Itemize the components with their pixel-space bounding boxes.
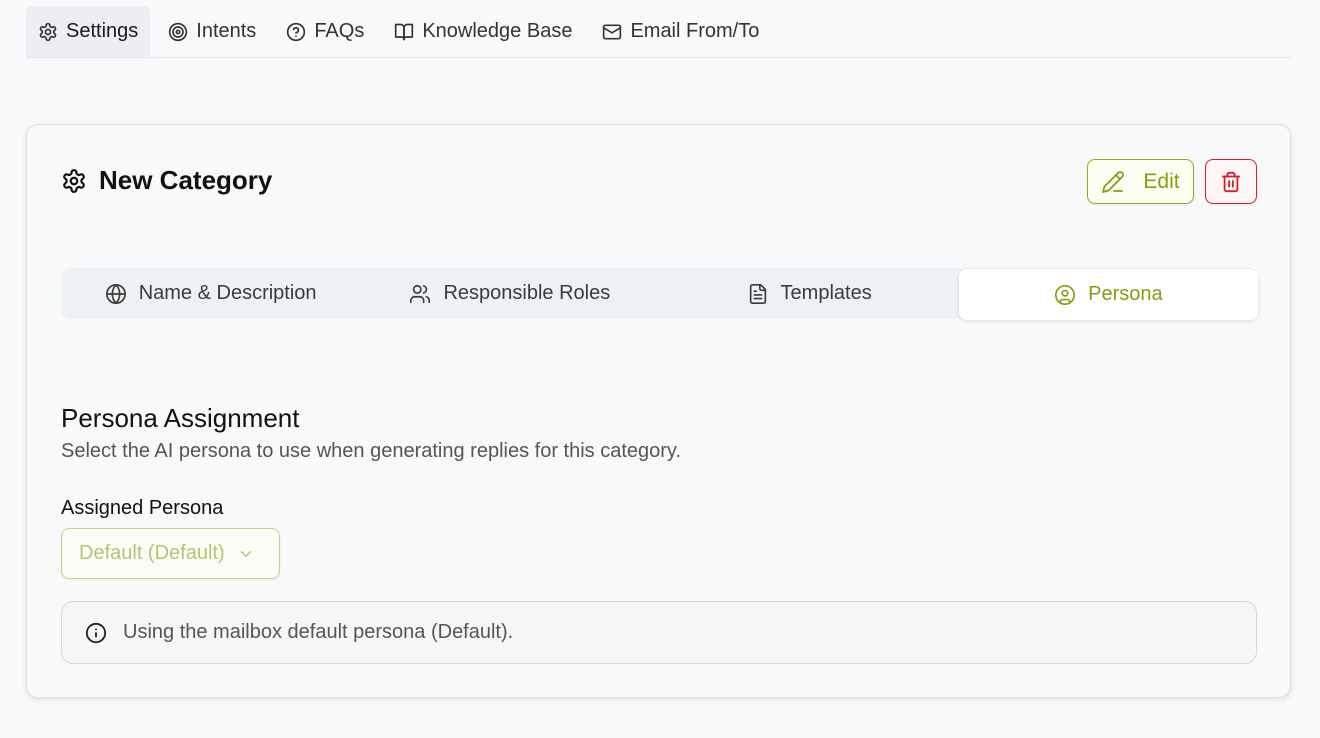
assigned-persona-label: Assigned Persona: [61, 497, 224, 519]
nav-tab-label: Knowledge Base: [422, 20, 573, 42]
subtab-label: Persona: [1088, 283, 1163, 305]
section-description: Select the AI persona to use when genera…: [61, 440, 681, 462]
nav-tab-label: Settings: [66, 20, 139, 42]
edit-button-label: Edit: [1143, 169, 1180, 193]
subtab-templates[interactable]: Templates: [660, 268, 959, 319]
nav-tab-knowledge-base[interactable]: Knowledge Base: [382, 6, 584, 57]
chevron-down-icon: [237, 545, 255, 563]
subtab-label: Templates: [780, 282, 872, 304]
nav-tab-label: Email From/To: [630, 20, 760, 42]
nav-tab-email-from-to[interactable]: Email From/To: [590, 6, 771, 57]
pencil-icon: [1101, 170, 1125, 194]
persona-select[interactable]: Default (Default): [61, 528, 280, 579]
persona-info-box: Using the mailbox default persona (Defau…: [61, 601, 1257, 664]
card-header: New Category: [61, 165, 272, 196]
nav-tab-settings[interactable]: Settings: [26, 6, 151, 57]
subtab-label: Name & Description: [138, 282, 317, 304]
trash-icon: [1220, 171, 1242, 193]
mail-icon: [602, 22, 622, 42]
book-icon: [394, 22, 414, 42]
top-nav: Settings Intents FAQs Knowledge Base Ema…: [26, 6, 1291, 58]
persona-select-value: Default (Default): [79, 542, 225, 564]
card-title: New Category: [99, 165, 273, 195]
subtab-responsible-roles[interactable]: Responsible Roles: [360, 268, 659, 319]
users-icon: [409, 283, 431, 305]
subtab-persona[interactable]: Persona: [958, 269, 1258, 320]
info-text: Using the mailbox default persona (Defau…: [123, 621, 514, 643]
globe-icon: [105, 283, 127, 305]
nav-tab-faqs[interactable]: FAQs: [274, 6, 376, 57]
help-circle-icon: [286, 22, 306, 42]
subtab-name-description[interactable]: Name & Description: [61, 268, 360, 319]
category-card: New Category Edit Name & Description Res…: [26, 124, 1291, 698]
file-text-icon: [747, 283, 769, 305]
delete-button[interactable]: [1205, 159, 1257, 204]
section-title: Persona Assignment: [61, 403, 300, 433]
nav-tab-intents[interactable]: Intents: [156, 6, 268, 57]
info-icon: [85, 622, 107, 644]
target-icon: [168, 22, 188, 42]
nav-tab-label: Intents: [196, 20, 257, 42]
nav-tab-label: FAQs: [314, 20, 365, 42]
user-circle-icon: [1054, 284, 1076, 306]
gear-icon: [38, 22, 58, 42]
edit-button[interactable]: Edit: [1087, 159, 1194, 204]
subtab-label: Responsible Roles: [443, 282, 611, 304]
gear-icon: [61, 168, 87, 194]
category-subtabs: Name & Description Responsible Roles Tem…: [61, 268, 1258, 320]
